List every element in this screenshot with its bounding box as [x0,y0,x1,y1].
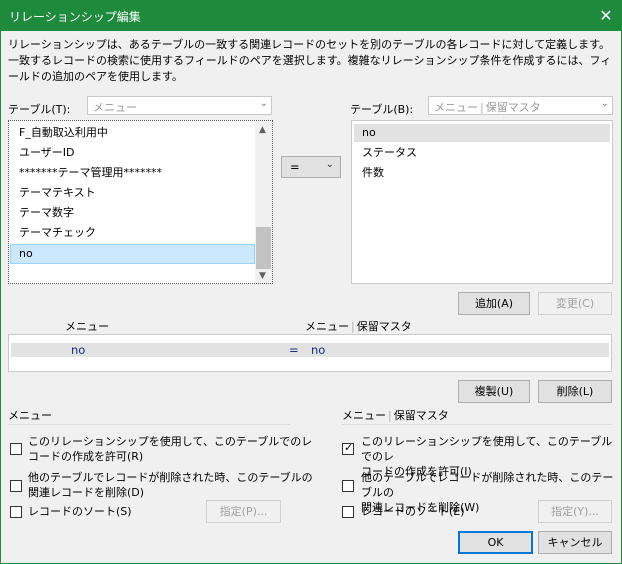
list-item[interactable]: テーマ数字 [19,204,74,222]
selected-row-highlight [354,124,610,142]
right-allow-create-line1: このリレーションシップを使用して、このテーブルでのレ [361,435,613,463]
separator: | [388,409,392,422]
left-table-combo[interactable]: メニュー ⌄ [87,96,272,115]
operator-value: = [290,160,300,174]
divider [8,424,290,425]
right-table-value-a: メニュー [434,101,478,114]
left-options-header: メニュー [8,409,52,422]
selected-row-highlight [10,244,255,264]
operator-combo[interactable]: = ⌄ [281,156,341,178]
list-item[interactable]: F_自動取込利用中 [19,124,108,142]
add-button[interactable]: 追加(A) [458,292,530,315]
right-allow-create-checkbox[interactable]: ✓ [342,441,354,455]
relation-right-field: no [311,343,326,357]
list-item-selected[interactable]: no [19,245,33,263]
left-table-label: テーブル(T): [8,103,71,116]
left-sort-label: レコードのソート(S) [28,505,132,518]
left-allow-create-label: このリレーションシップを使用して、このテーブルでのレ コードの作成を許可(R) [28,434,312,464]
left-delete-related-line2: 関連レコードを削除(D) [28,486,145,499]
left-sort-checkbox[interactable] [10,506,22,518]
relation-right-header-b: 保留マスタ [356,320,412,333]
list-item[interactable]: テーマテキスト [19,184,96,202]
chevron-down-icon: ⌄ [600,98,609,109]
relation-operator: = [289,343,299,357]
list-item[interactable]: ユーザーID [19,144,75,162]
dialog-title: リレーションシップ編集 [9,10,141,24]
right-table-label: テーブル(B): [350,103,414,116]
right-options-header-b: 保留マスタ [393,409,449,422]
list-item[interactable]: ステータス [362,144,417,162]
left-table-value: メニュー [93,101,137,114]
table-row[interactable]: no = no [11,343,609,357]
list-item[interactable]: 件数 [362,164,384,182]
chevron-down-icon[interactable]: ▼ [259,271,266,281]
right-sort-label: レコードのソート(E) [361,505,465,518]
right-delete-related-line1: 他のテーブルでレコードが削除された時、このテーブルの [361,471,614,499]
left-list-scrollbar[interactable]: ▲ ▼ [255,121,272,283]
title-bar: リレーションシップ編集 ✕ [1,1,621,31]
left-delete-related-checkbox[interactable] [10,480,22,492]
chevron-up-icon[interactable]: ▲ [259,125,266,135]
scrollbar-thumb[interactable] [256,227,271,269]
right-options-header-a: メニュー [342,409,386,422]
list-item-selected[interactable]: no [362,124,376,142]
close-icon[interactable]: ✕ [591,1,621,31]
cancel-button[interactable]: キャンセル [538,531,612,554]
chevron-down-icon: ⌄ [325,159,334,170]
relation-right-header: メニュー | 保留マスタ [305,318,412,334]
list-item[interactable]: テーマチェック [19,224,96,242]
relation-list[interactable]: no = no [8,334,612,372]
left-delete-related-label: 他のテーブルでレコードが削除された時、このテーブルの 関連レコードを削除(D) [28,470,313,500]
change-button[interactable]: 変更(C) [538,292,612,315]
list-item[interactable]: *******テーマ管理用******* [19,164,162,182]
left-allow-create-line2: コードの作成を許可(R) [28,450,144,463]
right-table-value-b: 保留マスタ [485,101,541,114]
right-field-list[interactable]: no ステータス 件数 [351,120,613,284]
right-delete-related-checkbox[interactable] [342,480,354,492]
right-options-header: メニュー | 保留マスタ [342,407,449,423]
description-text: リレーションシップは、あるテーブルの一致する関連レコードのセットを別のテーブルの… [8,38,612,83]
ok-button[interactable]: OK [458,531,533,554]
right-table-value: メニュー | 保留マスタ [434,99,541,115]
right-sort-checkbox[interactable] [342,506,354,518]
delete-button[interactable]: 削除(L) [538,380,612,403]
left-specify-button[interactable]: 指定(P)... [206,500,281,523]
checkmark-icon: ✓ [344,441,354,454]
relation-left-header: メニュー [65,320,109,333]
left-allow-create-line1: このリレーションシップを使用して、このテーブルでのレ [28,435,313,448]
relation-left-field: no [71,343,86,357]
separator: | [351,320,355,333]
divider [342,424,612,425]
separator: | [480,101,484,114]
duplicate-button[interactable]: 複製(U) [458,380,530,403]
left-field-list[interactable]: F_自動取込利用中 ユーザーID *******テーマ管理用******* テー… [8,120,273,284]
right-specify-button[interactable]: 指定(Y)... [538,500,612,523]
right-table-combo[interactable]: メニュー | 保留マスタ ⌄ [428,96,613,115]
left-delete-related-line1: 他のテーブルでレコードが削除された時、このテーブルの [28,471,313,484]
left-allow-create-checkbox[interactable] [10,443,22,455]
chevron-down-icon: ⌄ [259,98,268,109]
relation-right-header-a: メニュー [305,320,349,333]
